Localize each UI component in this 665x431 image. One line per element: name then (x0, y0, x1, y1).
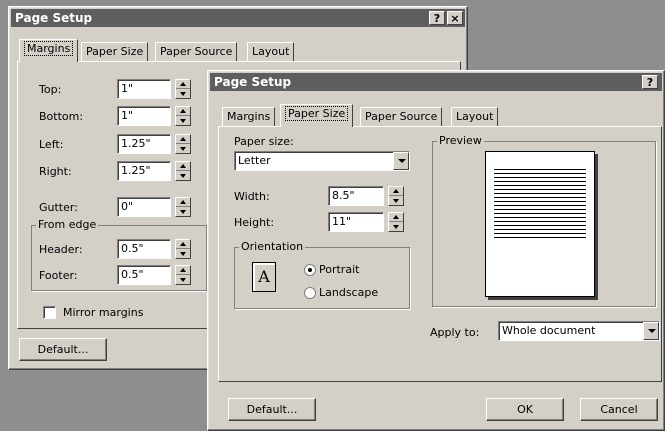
orientation-portrait-icon: A (252, 262, 276, 292)
bottom-spinner[interactable] (175, 106, 191, 126)
footer-label: Footer: (39, 269, 78, 282)
back-dialog-titlebar: Page Setup ? × (11, 9, 465, 27)
from-edge-title: From edge (36, 218, 99, 231)
bottom-field[interactable]: 1" (117, 106, 171, 126)
right-spinner[interactable] (175, 161, 191, 181)
paper-size-dropdown[interactable]: Letter (234, 151, 410, 171)
front-tab-paper-size[interactable]: Paper Size (280, 104, 354, 127)
left-label: Left: (39, 138, 64, 151)
front-default-button[interactable]: Default... (228, 398, 316, 421)
header-field[interactable]: 0.5" (117, 239, 171, 259)
footer-field[interactable]: 0.5" (117, 265, 171, 285)
apply-to-dropdown-arrow[interactable] (643, 322, 659, 340)
header-label: Header: (39, 243, 83, 256)
top-field[interactable]: 1" (117, 79, 171, 99)
front-page-setup-dialog: Page Setup ? Margins Paper Size Paper So… (207, 70, 665, 431)
gutter-spinner[interactable] (175, 197, 191, 217)
apply-to-dropdown[interactable]: Whole document (498, 321, 660, 341)
gutter-field[interactable]: 0" (117, 197, 171, 217)
orientation-title: Orientation (239, 240, 306, 253)
header-spinner[interactable] (175, 239, 191, 259)
back-dialog-title: Page Setup (15, 11, 93, 25)
back-tab-paper-size[interactable]: Paper Size (81, 42, 149, 62)
landscape-radio[interactable] (304, 287, 316, 299)
front-tab-margins[interactable]: Margins (222, 107, 276, 127)
paper-size-label: Paper size: (234, 135, 294, 148)
front-dialog-title: Page Setup (214, 75, 292, 89)
back-default-button[interactable]: Default... (19, 338, 107, 361)
portrait-label: Portrait (319, 263, 360, 276)
width-spinner[interactable] (388, 186, 404, 206)
preview-title: Preview (437, 134, 484, 147)
height-spinner[interactable] (388, 212, 404, 232)
width-label: Width: (234, 190, 270, 203)
close-button[interactable]: × (447, 11, 463, 25)
apply-to-value: Whole document (502, 324, 596, 337)
portrait-radio[interactable] (304, 264, 316, 276)
width-field[interactable]: 8.5" (328, 186, 384, 206)
top-label: Top: (39, 83, 62, 96)
right-field[interactable]: 1.25" (117, 161, 171, 181)
front-tab-layout[interactable]: Layout (451, 107, 499, 127)
front-help-button[interactable]: ? (642, 75, 658, 89)
help-button[interactable]: ? (429, 11, 445, 25)
apply-to-label: Apply to: (430, 326, 480, 339)
height-field[interactable]: 11" (328, 212, 384, 232)
footer-spinner[interactable] (175, 265, 191, 285)
mirror-margins-label: Mirror margins (63, 306, 144, 319)
mirror-margins-checkbox[interactable] (43, 306, 56, 319)
right-label: Right: (39, 165, 72, 178)
top-spinner[interactable] (175, 79, 191, 99)
front-dialog-titlebar: Page Setup ? (210, 73, 662, 91)
paper-size-value: Letter (238, 154, 271, 167)
paper-size-dropdown-arrow[interactable] (393, 152, 409, 170)
preview-page (485, 151, 595, 297)
back-tab-paper-source[interactable]: Paper Source (155, 42, 238, 62)
left-spinner[interactable] (175, 134, 191, 154)
back-tab-layout[interactable]: Layout (247, 42, 295, 62)
ok-button[interactable]: OK (486, 398, 564, 421)
back-tab-margins[interactable]: Margins (19, 39, 79, 62)
bottom-label: Bottom: (39, 110, 84, 123)
height-label: Height: (234, 216, 275, 229)
gutter-label: Gutter: (39, 201, 78, 214)
left-field[interactable]: 1.25" (117, 134, 171, 154)
front-tab-paper-source[interactable]: Paper Source (360, 107, 443, 127)
landscape-label: Landscape (319, 286, 379, 299)
cancel-button[interactable]: Cancel (580, 398, 658, 421)
